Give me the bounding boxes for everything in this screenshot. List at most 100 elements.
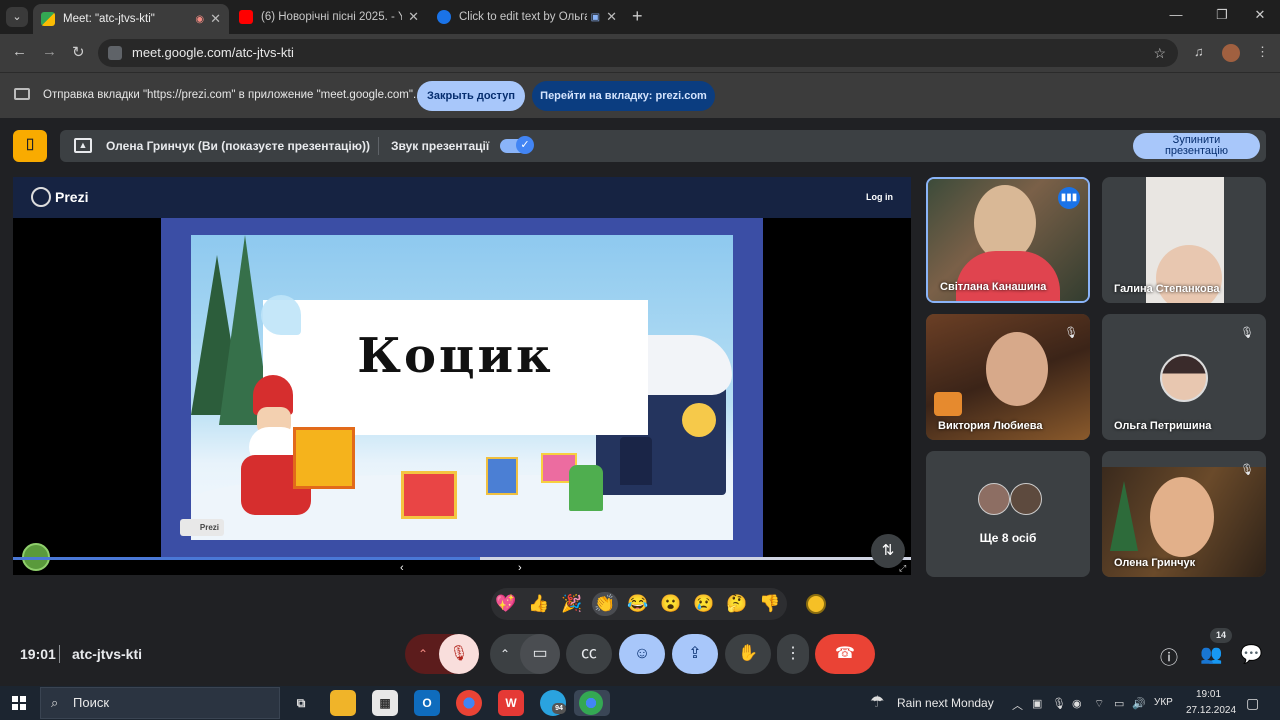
progress-bar[interactable] (13, 557, 911, 560)
chrome-active-icon[interactable] (574, 690, 610, 716)
people-icon[interactable]: 👥 (1200, 644, 1222, 665)
participant-name: Світлана Канашина (940, 281, 1047, 293)
reload-icon[interactable]: ↻ (72, 43, 85, 61)
tab-youtube[interactable]: (6) Новорічні пісні 2025. - You ✕ (231, 4, 427, 30)
back-icon[interactable]: ← (12, 43, 27, 60)
youtube-favicon-icon (239, 10, 253, 24)
tab-search-button[interactable]: ⌄ (6, 7, 28, 27)
clock-date[interactable]: 27.12.2024 (1186, 705, 1236, 716)
maximize-icon[interactable]: ❐ (1212, 7, 1232, 23)
telegram-unread-badge: 94 (552, 703, 566, 714)
reaction-heart-icon[interactable]: 💖 (493, 592, 519, 616)
reaction-thumbs-up-icon[interactable]: 👍 (526, 592, 552, 616)
taskbar-search[interactable]: ⌕ Поиск (40, 687, 280, 719)
new-tab-button[interactable]: + (632, 6, 643, 27)
outlook-icon[interactable]: O (414, 690, 440, 716)
media-control-icon[interactable]: ♫ (1194, 44, 1204, 59)
login-link[interactable]: Log in (866, 192, 893, 202)
reaction-clap-icon[interactable]: 👏 (592, 592, 618, 616)
tray-expand-icon[interactable]: ︿ (1012, 697, 1023, 713)
participant-tile[interactable]: ▮▮▮ Світлана Канашина (926, 177, 1090, 303)
close-tab-icon[interactable]: ✕ (210, 11, 221, 27)
forward-icon[interactable]: → (42, 43, 57, 60)
tray-mic-icon[interactable]: 🎙 (1052, 697, 1066, 710)
task-view-icon[interactable]: ⧉ (288, 690, 314, 716)
go-to-tab-button[interactable]: Перейти на вкладку: prezi.com (532, 81, 715, 111)
url-text: meet.google.com/atc-jtvs-kti (132, 45, 294, 60)
profile-avatar[interactable] (1222, 44, 1240, 62)
weather-text[interactable]: Rain next Monday (897, 696, 994, 710)
tray-location-icon[interactable]: ◉ (1072, 697, 1082, 710)
search-icon: ⌕ (51, 695, 59, 710)
file-explorer-icon[interactable] (330, 690, 356, 716)
skin-tone-selector[interactable] (806, 594, 826, 614)
reaction-thinking-icon[interactable]: 🤔 (724, 592, 750, 616)
stop-label-line-2: презентацію (1164, 145, 1229, 157)
stop-sharing-button[interactable]: Закрыть доступ (417, 81, 525, 111)
presentation-audio-toggle[interactable] (500, 136, 534, 154)
prezi-header: Prezi Log in (13, 177, 911, 218)
present-screen-button[interactable]: ⇪ (672, 634, 718, 674)
raise-hand-button[interactable]: ✋ (725, 634, 771, 674)
close-tab-icon[interactable]: ✕ (408, 9, 419, 25)
reaction-laugh-icon[interactable]: 😂 (625, 592, 651, 616)
emoji-reactions-button[interactable]: ☺ (619, 634, 665, 674)
telegram-icon[interactable]: 94 (540, 690, 566, 716)
reaction-sad-icon[interactable]: 😢 (691, 592, 717, 616)
store-icon[interactable]: ▦ (372, 690, 398, 716)
clock-time[interactable]: 19:01 (1196, 689, 1221, 700)
address-bar[interactable]: meet.google.com/atc-jtvs-kti ☆ (98, 39, 1178, 67)
more-menu-icon[interactable]: ⋮ (1256, 44, 1269, 60)
volume-icon[interactable]: 🔊 (1132, 697, 1146, 710)
tab-prezi[interactable]: Click to edit text by Ольга Г ▣ ✕ (429, 4, 625, 30)
tab-sharing-infobar: Отправка вкладки "https://prezi.com" в п… (0, 72, 1280, 118)
input-language[interactable]: УКР (1154, 697, 1173, 708)
camera-button[interactable]: ▭ (520, 634, 560, 674)
bookmark-star-icon[interactable]: ☆ (1153, 39, 1166, 67)
close-window-icon[interactable]: ✕ (1250, 7, 1270, 23)
chrome-icon[interactable] (456, 690, 482, 716)
windows-start-icon[interactable] (12, 696, 26, 710)
mic-off-icon: 🎙 (1240, 464, 1254, 476)
reaction-thumbs-down-icon[interactable]: 👎 (757, 592, 783, 616)
mic-options-chevron-icon[interactable]: ⌃ (405, 634, 441, 674)
wps-office-icon[interactable]: W (498, 690, 524, 716)
close-tab-icon[interactable]: ✕ (606, 9, 617, 25)
presentation-stage: Prezi Log in Коцик Prezi ‹ › ⇅ ⤢ (13, 177, 911, 575)
slide-canvas: Коцик (191, 235, 733, 540)
gift-illustration (401, 471, 457, 519)
meeting-info-icon[interactable]: ⓘ (1160, 644, 1178, 670)
participant-tile-self[interactable]: 🎙 Олена Гринчук (1102, 451, 1266, 577)
wifi-icon[interactable]: ⌔ (1094, 697, 1104, 711)
participant-tile-more[interactable]: Ще 8 осіб (926, 451, 1090, 577)
sharing-icon: ▣ (590, 11, 601, 23)
camera-options-chevron-icon[interactable]: ⌃ (490, 634, 520, 674)
next-slide-icon[interactable]: › (518, 562, 522, 574)
participant-tile[interactable]: 🎙 Виктория Любиева (926, 314, 1090, 440)
meet-activity-icon[interactable]: ⌷ (13, 130, 47, 162)
more-options-button[interactable]: ⋮ (777, 634, 809, 674)
prev-slide-icon[interactable]: ‹ (400, 562, 404, 574)
participant-tile[interactable]: 🎙 Ольга Петришина (1102, 314, 1266, 440)
minimize-icon[interactable]: — (1166, 7, 1186, 22)
fullscreen-icon[interactable]: ⤢ (899, 563, 906, 574)
reaction-party-icon[interactable]: 🎉 (559, 592, 585, 616)
tray-app-icon[interactable]: ▣ (1032, 697, 1042, 710)
participant-tile[interactable]: Галина Степанкова (1102, 177, 1266, 303)
mic-off-button[interactable]: 🎙 (439, 634, 479, 674)
avatar (1160, 354, 1208, 402)
site-info-icon[interactable] (108, 46, 122, 60)
reaction-surprised-icon[interactable]: 😮 (658, 592, 684, 616)
battery-icon[interactable]: ▭ (1114, 697, 1124, 710)
chat-icon[interactable]: 💬 (1240, 644, 1262, 665)
notifications-icon[interactable]: ▢ (1246, 695, 1259, 712)
camera-control-group: ⌃ ▭ (490, 634, 560, 674)
elf-illustration (569, 465, 603, 511)
gift-illustration (486, 457, 518, 495)
mic-off-icon: 🎙 (1064, 327, 1078, 339)
stop-presenting-button[interactable]: Зупинити презентацію (1133, 133, 1260, 159)
captions-button[interactable]: ㏄ (566, 634, 612, 674)
end-call-button[interactable]: ☎ (815, 634, 875, 674)
tab-meet[interactable]: Meet: "atc-jtvs-kti" ◉ ✕ (33, 4, 229, 34)
cast-icon (14, 88, 30, 100)
